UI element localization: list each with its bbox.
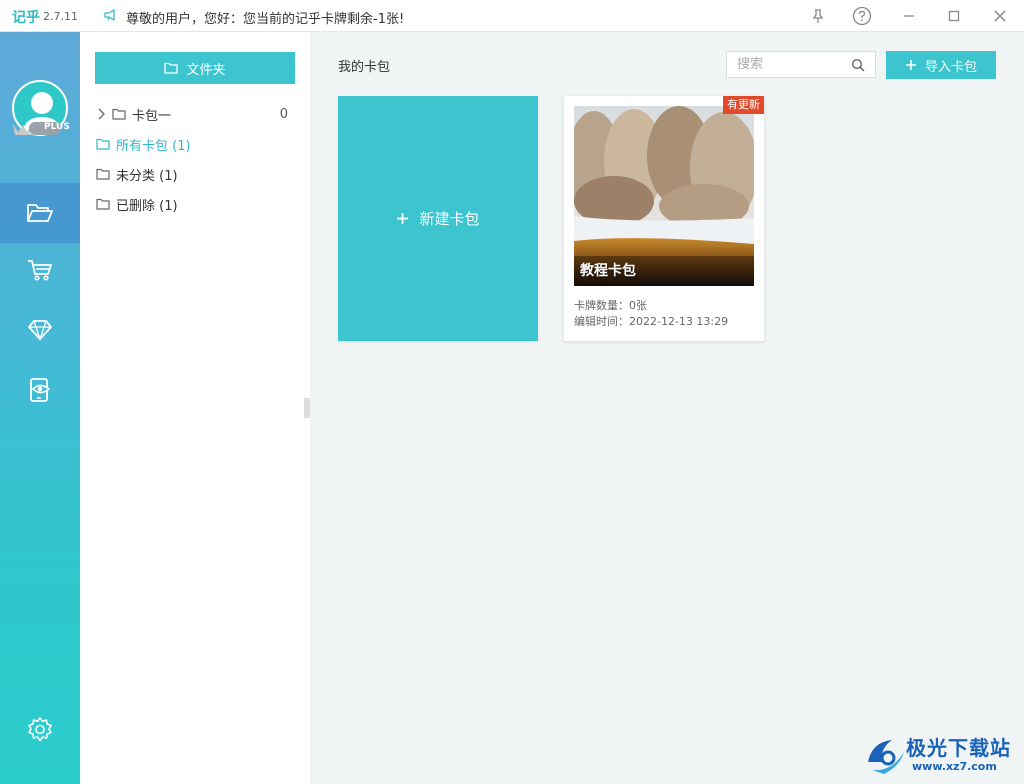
folder-item-deleted[interactable]: 已删除 (1) bbox=[96, 192, 296, 216]
pack-edit-time: 编辑时间：2022-12-13 13:29 bbox=[574, 315, 729, 328]
chevron-right-icon[interactable] bbox=[96, 108, 112, 120]
folder-icon bbox=[96, 168, 112, 180]
folder-button[interactable]: 文件夹 bbox=[95, 52, 295, 84]
megaphone-icon bbox=[104, 9, 115, 21]
folder-button-label: 文件夹 bbox=[186, 62, 226, 78]
new-pack-card[interactable]: 新建卡包 bbox=[338, 96, 538, 341]
import-pack-label: 导入卡包 bbox=[924, 59, 977, 75]
rail-item-card-packs[interactable] bbox=[0, 183, 80, 243]
folder-icon bbox=[112, 108, 128, 120]
pin-button[interactable] bbox=[807, 5, 829, 27]
folder-item-count: 0 bbox=[279, 106, 288, 122]
rail-item-vip[interactable] bbox=[0, 300, 80, 360]
pack-name: 教程卡包 bbox=[580, 263, 636, 279]
left-rail: PLUS bbox=[0, 32, 80, 784]
folder-item-all-packs[interactable]: 所有卡包 (1) bbox=[96, 132, 296, 156]
help-button[interactable] bbox=[851, 5, 873, 27]
pack-card-count: 卡牌数量：0张 bbox=[574, 299, 647, 312]
eye-icon bbox=[30, 378, 51, 402]
title-bar: 记乎 2.7.11 尊敬的用户，您好：您当前的记乎卡牌剩余-1张! bbox=[0, 0, 1024, 32]
watermark: 极光下载站 www.xz7.com bbox=[862, 728, 1022, 784]
watermark-title: 极光下载站 bbox=[906, 736, 1011, 760]
help-icon bbox=[852, 6, 872, 26]
close-icon bbox=[994, 10, 1006, 22]
minimize-icon bbox=[904, 15, 914, 17]
close-button[interactable] bbox=[989, 5, 1011, 27]
folder-item-label: 卡包一 bbox=[132, 108, 172, 124]
folder-item-uncategorized[interactable]: 未分类 (1) bbox=[96, 162, 296, 186]
search-box bbox=[726, 51, 876, 78]
plus-icon bbox=[397, 213, 409, 224]
minimize-button[interactable] bbox=[898, 5, 920, 27]
folder-item-card-pack-1[interactable]: 卡包一 0 bbox=[96, 102, 296, 126]
import-pack-button[interactable]: 导入卡包 bbox=[886, 51, 996, 79]
folder-item-label: 所有卡包 (1) bbox=[116, 138, 191, 154]
watermark-url: www.xz7.com bbox=[912, 760, 997, 773]
gear-icon bbox=[28, 717, 52, 742]
folder-icon bbox=[96, 198, 112, 210]
plus-text: PLUS bbox=[44, 122, 70, 132]
update-badge: 有更新 bbox=[723, 96, 764, 114]
folder-panel: 文件夹 卡包一 0 所有卡包 (1) 未分类 (1) 已删除 (1) bbox=[80, 32, 310, 784]
pin-icon bbox=[812, 9, 824, 23]
folder-item-label: 未分类 (1) bbox=[116, 168, 178, 184]
page-title: 我的卡包 bbox=[338, 60, 391, 75]
folder-open-icon bbox=[27, 204, 53, 222]
search-icon[interactable] bbox=[851, 58, 865, 72]
pack-cover-image: 教程卡包 bbox=[574, 106, 754, 286]
diamond-icon bbox=[28, 320, 52, 342]
main-area: 我的卡包 导入卡包 新建卡包 bbox=[310, 32, 1024, 784]
shopping-cart-icon bbox=[28, 260, 52, 281]
watermark-logo-icon bbox=[868, 740, 904, 774]
search-input[interactable] bbox=[727, 52, 847, 77]
app-version: 2.7.11 bbox=[43, 10, 78, 23]
folder-icon bbox=[96, 138, 112, 150]
folder-icon bbox=[164, 62, 179, 74]
rail-item-preview[interactable] bbox=[0, 360, 80, 420]
pack-card[interactable]: 教程卡包 有更新 卡牌数量：0张 编辑时间：2022-12-13 13:29 bbox=[564, 96, 764, 341]
app-logo: 记乎 bbox=[12, 10, 40, 26]
rail-item-store[interactable] bbox=[0, 240, 80, 300]
plus-badge: PLUS bbox=[13, 120, 70, 136]
maximize-button[interactable] bbox=[943, 5, 965, 27]
rail-item-settings[interactable] bbox=[0, 700, 80, 760]
new-pack-label: 新建卡包 bbox=[419, 210, 480, 228]
plus-icon bbox=[905, 60, 916, 70]
folder-item-label: 已删除 (1) bbox=[116, 198, 178, 214]
snowy-landscape-image bbox=[574, 106, 754, 286]
maximize-icon bbox=[948, 10, 960, 22]
notice-text: 尊敬的用户，您好：您当前的记乎卡牌剩余-1张! bbox=[126, 12, 405, 27]
